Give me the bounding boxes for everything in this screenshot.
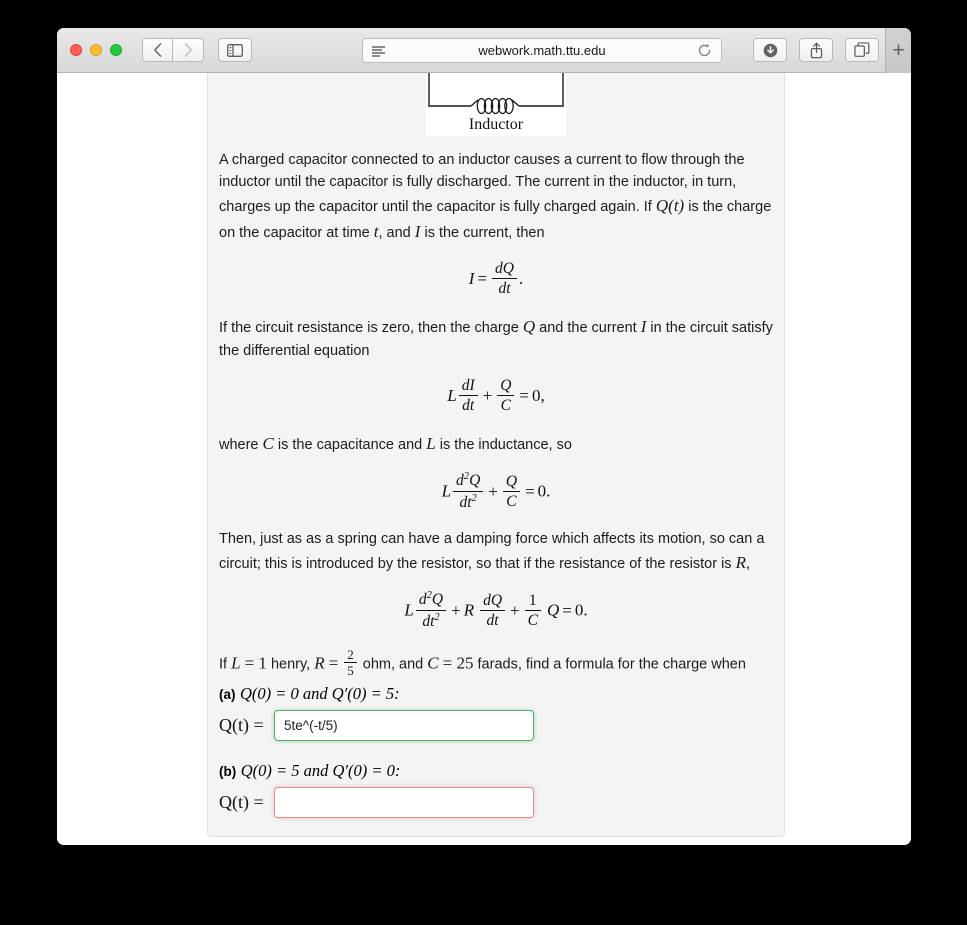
given-text-3: ohm, and bbox=[358, 656, 428, 673]
given-text-2: henry, bbox=[266, 656, 315, 673]
url-text: webwork.math.ttu.edu bbox=[478, 43, 606, 58]
math-Q-of-t: Q(t) bbox=[655, 196, 685, 216]
problem-panel: Inductor A charged capacitor connected t… bbox=[207, 73, 785, 837]
maximize-window-button[interactable] bbox=[110, 44, 122, 56]
equation-second-order-undamped: L d2Q dt2 + QC = 0. bbox=[441, 471, 551, 512]
minimize-window-button[interactable] bbox=[90, 44, 102, 56]
math-R-given: R bbox=[314, 653, 325, 673]
math-R-equals: = bbox=[328, 653, 339, 673]
share-button[interactable] bbox=[799, 38, 833, 62]
paragraph-intro: A charged capacitor connected to an indu… bbox=[219, 149, 773, 245]
figure-caption: Inductor bbox=[468, 116, 524, 133]
browser-toolbar: webwork.math.ttu.edu + bbox=[57, 28, 911, 73]
paragraph-damping: Then, just as as a spring can have a dam… bbox=[219, 528, 773, 576]
given-text-1: If bbox=[219, 656, 232, 673]
math-C-given: C bbox=[427, 653, 439, 673]
math-L: L bbox=[426, 433, 436, 453]
paragraph-zero-resistance: If the circuit resistance is zero, then … bbox=[219, 314, 773, 362]
inductor-figure: Inductor bbox=[426, 73, 566, 136]
chevron-right-icon bbox=[184, 43, 192, 57]
tab-overview-icon bbox=[854, 42, 870, 57]
paragraph-capacitance-text-1: where bbox=[219, 436, 263, 453]
navigation-buttons bbox=[142, 38, 204, 62]
downloads-button[interactable] bbox=[753, 38, 787, 62]
math-R: R bbox=[735, 552, 746, 572]
equation-current-definition: I = dQ dt . bbox=[468, 259, 524, 298]
share-icon bbox=[810, 42, 822, 58]
downloads-icon bbox=[763, 43, 777, 57]
part-a-answer-input[interactable] bbox=[274, 709, 534, 741]
new-tab-button[interactable]: + bbox=[885, 28, 911, 73]
math-R-denominator: 5 bbox=[347, 663, 354, 679]
paragraph-zero-resistance-text-2: and the current bbox=[535, 319, 641, 336]
math-L-given: L bbox=[231, 653, 241, 673]
part-a-label: (a) bbox=[219, 686, 236, 702]
page-content: Inductor A charged capacitor connected t… bbox=[57, 73, 911, 845]
toolbar-actions bbox=[753, 38, 879, 62]
equation-rlc-circuit: L d2Q dt2 + R dQ dt + 1C Q = 0. bbox=[404, 590, 588, 631]
address-bar-field[interactable]: webwork.math.ttu.edu bbox=[362, 38, 722, 63]
inductor-diagram bbox=[426, 73, 566, 115]
sidebar-toggle-button[interactable] bbox=[218, 38, 252, 62]
given-values-line: If L = 1 henry, R = 25 ohm, and C = 25 f… bbox=[219, 647, 773, 681]
browser-window: webwork.math.ttu.edu + Inductor A charge… bbox=[57, 28, 911, 845]
part-b-answer-label: Q(t) = bbox=[219, 791, 264, 812]
window-controls bbox=[70, 44, 122, 56]
equation-lc-circuit: L dI dt + QC = 0, bbox=[447, 376, 545, 415]
part-b-answer-row: Q(t) = bbox=[219, 786, 773, 818]
forward-button[interactable] bbox=[173, 38, 204, 62]
sidebar-icon bbox=[227, 43, 243, 57]
paragraph-capacitance-text-2: is the capacitance and bbox=[273, 436, 427, 453]
part-b-initial-conditions: Q(0) = 5 and Q′(0) = 0: bbox=[240, 760, 401, 780]
paragraph-intro-text-3: , and bbox=[378, 224, 415, 241]
math-C: C bbox=[262, 433, 274, 453]
part-a-condition: (a) Q(0) = 0 and Q′(0) = 5: bbox=[219, 684, 773, 704]
paragraph-capacitance: where C is the capacitance and L is the … bbox=[219, 431, 773, 457]
paragraph-damping-text-1: Then, just as as a spring can have a dam… bbox=[219, 530, 765, 572]
given-text-4: farads, find a formula for the charge wh… bbox=[473, 656, 746, 673]
chevron-left-icon bbox=[154, 43, 162, 57]
math-L-value: = 1 bbox=[244, 653, 267, 673]
part-a-answer-row: Q(t) = bbox=[219, 709, 773, 741]
part-b-answer-input[interactable] bbox=[274, 786, 534, 818]
close-window-button[interactable] bbox=[70, 44, 82, 56]
part-b-condition: (b) Q(0) = 5 and Q′(0) = 0: bbox=[219, 761, 773, 781]
address-bar[interactable]: webwork.math.ttu.edu bbox=[362, 38, 722, 63]
paragraph-zero-resistance-text-1: If the circuit resistance is zero, then … bbox=[219, 319, 523, 336]
part-b-label: (b) bbox=[219, 763, 237, 779]
inductor-circuit-icon bbox=[428, 73, 564, 115]
paragraph-intro-text-4: is the current, then bbox=[420, 224, 545, 241]
reader-view-icon[interactable] bbox=[372, 46, 385, 57]
tab-overview-button[interactable] bbox=[845, 38, 879, 62]
math-R-fraction: 25 bbox=[344, 647, 357, 680]
math-C-value: = 25 bbox=[442, 653, 474, 673]
math-R-numerator: 2 bbox=[344, 647, 357, 664]
back-button[interactable] bbox=[142, 38, 173, 62]
paragraph-damping-text-2: , bbox=[745, 555, 751, 572]
math-Q: Q bbox=[522, 316, 536, 336]
paragraph-capacitance-text-3: is the inductance, so bbox=[435, 436, 572, 453]
reload-icon[interactable] bbox=[697, 43, 712, 63]
part-a-answer-label: Q(t) = bbox=[219, 714, 264, 735]
part-a-initial-conditions: Q(0) = 0 and Q′(0) = 5: bbox=[239, 683, 400, 703]
